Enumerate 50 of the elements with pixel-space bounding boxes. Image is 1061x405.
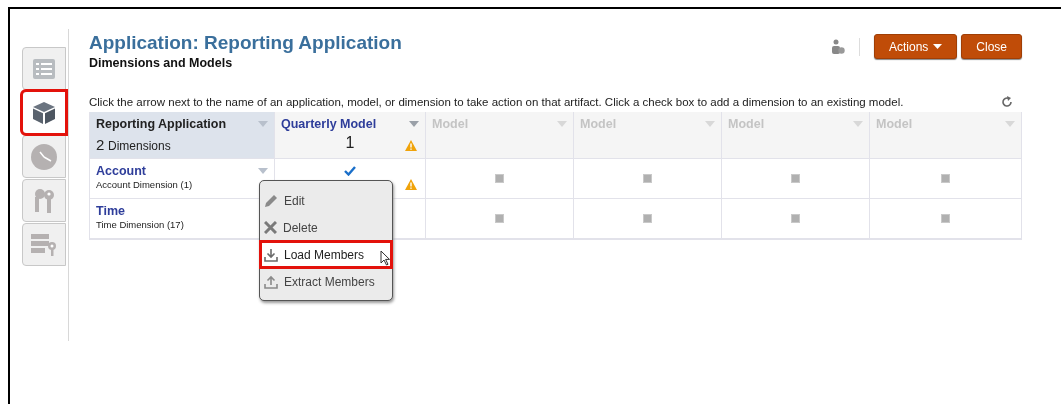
menu-item[interactable]: Load Members bbox=[260, 241, 392, 268]
close-icon bbox=[264, 221, 277, 234]
checkbox[interactable] bbox=[941, 174, 950, 183]
checkbox[interactable] bbox=[495, 214, 504, 223]
menu-item[interactable]: Extract Members bbox=[260, 268, 392, 295]
checkbox[interactable] bbox=[643, 214, 652, 223]
dimension-count: 2 Dimensions bbox=[96, 138, 171, 153]
dropdown-arrow-icon[interactable] bbox=[258, 168, 268, 174]
warning-icon bbox=[405, 140, 417, 151]
caret-icon bbox=[933, 44, 943, 49]
dimension-count: 1 bbox=[344, 134, 356, 152]
server-key-icon bbox=[31, 233, 57, 256]
dimension-name[interactable]: Account bbox=[96, 164, 268, 178]
dimension-description: Time Dimension (17) bbox=[96, 219, 185, 230]
instruction-text: Click the arrow next to the name of an application, model, or dimension to take action on that artifact. Click a check box to add a dimension to an existing model. bbox=[89, 96, 905, 108]
upload-icon bbox=[264, 274, 278, 289]
dropdown-arrow-icon[interactable] bbox=[1005, 121, 1015, 127]
checkbox[interactable] bbox=[791, 214, 800, 223]
checkbox[interactable] bbox=[941, 214, 950, 223]
dimension-description: Account Dimension (1) bbox=[96, 179, 194, 190]
side-tab[interactable] bbox=[22, 91, 66, 134]
dropdown-arrow-icon[interactable] bbox=[853, 121, 863, 127]
cube-icon bbox=[32, 100, 56, 125]
clock-icon bbox=[31, 143, 57, 170]
action-button[interactable]: Close bbox=[961, 34, 1022, 59]
side-tab[interactable] bbox=[22, 47, 66, 90]
dropdown-arrow-icon[interactable] bbox=[409, 121, 419, 127]
action-button[interactable]: Actions bbox=[873, 34, 958, 59]
menu-item[interactable]: Edit bbox=[260, 187, 392, 214]
checkbox[interactable] bbox=[791, 174, 800, 183]
checkmark-icon[interactable] bbox=[344, 165, 356, 176]
checkbox[interactable] bbox=[643, 174, 652, 183]
dropdown-arrow-icon[interactable] bbox=[258, 121, 268, 127]
refresh-icon[interactable] bbox=[1001, 96, 1013, 108]
page-subtitle: Dimensions and Models bbox=[89, 56, 234, 70]
side-tab[interactable] bbox=[22, 135, 66, 178]
menu-item[interactable]: Delete bbox=[260, 214, 392, 241]
list-icon bbox=[33, 58, 55, 79]
dropdown-arrow-icon[interactable] bbox=[705, 121, 715, 127]
keys-icon bbox=[32, 187, 56, 214]
dropdown-arrow-icon[interactable] bbox=[557, 121, 567, 127]
page-title: Application: Reporting Application bbox=[89, 32, 403, 54]
user-settings-icon[interactable] bbox=[830, 39, 845, 54]
download-icon bbox=[264, 247, 278, 262]
checkbox[interactable] bbox=[495, 174, 504, 183]
pencil-icon bbox=[264, 193, 278, 208]
cursor-icon bbox=[380, 250, 390, 266]
model-name[interactable]: Quarterly Model bbox=[281, 117, 377, 131]
application-name[interactable]: Reporting Application bbox=[96, 117, 227, 131]
warning-icon bbox=[405, 179, 417, 190]
